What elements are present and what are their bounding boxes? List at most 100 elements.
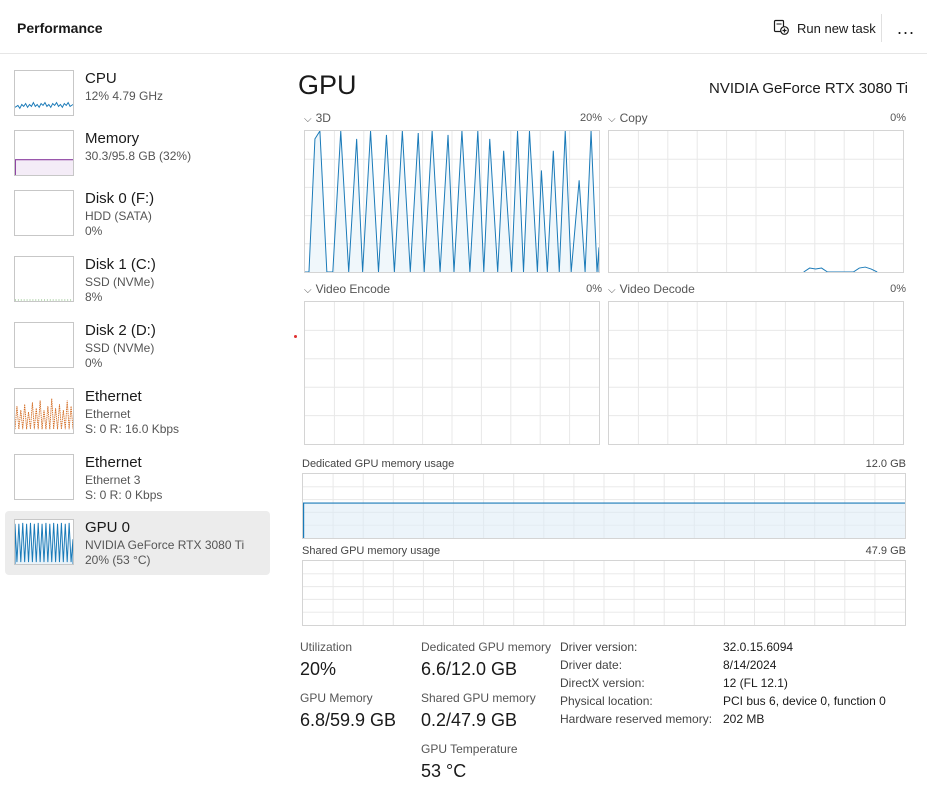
cursor-marker [294,335,297,338]
sidebar-item-gpu-0[interactable]: GPU 0 NVIDIA GeForce RTX 3080 Ti 20% (53… [5,511,270,575]
shared-memory-graph [302,560,906,626]
sidebar-item-detail: 12% 4.79 GHz [85,89,163,104]
sidebar-item-line2: 8% [85,290,103,304]
run-new-task-button[interactable]: Run new task [765,14,884,42]
info-key: Hardware reserved memory: [560,712,713,726]
sidebar-item-disk-2[interactable]: Disk 2 (D:) SSD (NVMe) 0% [5,314,270,378]
graph-copy [608,130,904,273]
sidebar-item-detail: Ethernet 3 S: 0 R: 0 Kbps [85,473,162,503]
header-divider [881,14,882,42]
shared-memory-max: 47.9 GB [865,545,906,557]
top-bar: Performance Run new task ... [0,0,927,54]
sidebar-item-line2: 20% (53 °C) [85,553,151,567]
chevron-down-icon: ⌵ [608,114,616,125]
sidebar-item-line1: 30.3/95.8 GB (32%) [85,149,192,163]
dedicated-gpu-memory-value: 6.6/12.0 GB [421,659,518,679]
shared-gpu-memory-value: 0.2/47.9 GB [421,710,518,730]
sidebar-item-label: Disk 1 (C:) [85,256,156,273]
gpu-model-name: NVIDIA GeForce RTX 3080 Ti [709,80,908,97]
sidebar-item-line1: SSD (NVMe) [85,341,155,355]
page-title: Performance [17,20,103,36]
dedicated-gpu-memory-label: Dedicated GPU memory [421,640,552,654]
sidebar-item-label: Disk 2 (D:) [85,322,156,339]
info-key: Driver version: [560,640,638,654]
sidebar-item-cpu[interactable]: CPU 12% 4.79 GHz [5,62,270,126]
dedicated-memory-graph [302,473,906,539]
sidebar-item-label: GPU 0 [85,519,131,536]
engine-selector-copy[interactable]: ⌵ Copy [608,111,648,125]
sidebar-item-line2: S: 0 R: 0 Kbps [85,488,163,502]
sidebar-item-detail: NVIDIA GeForce RTX 3080 Ti 20% (53 °C) [85,538,244,568]
shared-gpu-memory-label: Shared GPU memory [421,691,536,705]
gpu-temperature-value: 53 °C [421,761,467,781]
info-value: 202 MB [723,712,765,726]
disk-2-thumbnail [14,322,74,368]
engine-label: Video Decode [619,282,695,296]
chevron-down-icon: ⌵ [304,114,312,125]
gpu-memory-label: GPU Memory [300,691,373,705]
sidebar-item-detail: HDD (SATA) 0% [85,209,152,239]
sidebar-item-label: Memory [85,130,140,147]
engine-percent: 0% [890,283,906,295]
disk-0-thumbnail [14,190,74,236]
sidebar-item-label: Disk 0 (F:) [85,190,155,207]
graph-video-decode [608,301,904,445]
memory-thumbnail [14,130,74,176]
disk-1-thumbnail [14,256,74,302]
sidebar-item-line1: HDD (SATA) [85,209,152,223]
info-value: 12 (FL 12.1) [723,676,788,690]
sidebar-item-line1: SSD (NVMe) [85,275,155,289]
sidebar-item-line2: 0% [85,356,103,370]
engine-selector-video-encode[interactable]: ⌵ Video Encode [304,282,390,296]
gpu-memory-value: 6.8/59.9 GB [300,710,397,730]
info-key: DirectX version: [560,676,645,690]
dedicated-memory-max: 12.0 GB [865,458,906,470]
utilization-label: Utilization [300,640,353,654]
gpu-heading: GPU [298,70,357,100]
info-value: 32.0.15.6094 [723,640,794,654]
engine-percent: 20% [579,112,602,124]
engine-label: Copy [619,111,648,125]
engine-selector-video-decode[interactable]: ⌵ Video Decode [608,282,695,296]
sidebar-item-line1: Ethernet [85,407,131,421]
gpu-temperature-label: GPU Temperature [421,742,518,756]
graph-3d [304,130,600,273]
run-task-icon [773,19,789,38]
engine-percent: 0% [586,283,602,295]
utilization-value: 20% [300,659,337,679]
run-new-task-label: Run new task [797,20,876,36]
sidebar-item-ethernet[interactable]: Ethernet Ethernet S: 0 R: 16.0 Kbps [5,380,270,444]
sidebar-item-line1: Ethernet 3 [85,473,141,487]
sidebar-item-detail: 30.3/95.8 GB (32%) [85,149,191,164]
ethernet-3-thumbnail [14,454,74,500]
more-options-button[interactable]: ... [892,14,920,42]
engine-label: 3D [315,111,331,125]
shared-memory-label: Shared GPU memory usage [302,545,441,557]
info-value: PCI bus 6, device 0, function 0 [723,694,886,708]
sidebar-item-line1: NVIDIA GeForce RTX 3080 Ti [85,538,245,552]
info-key: Driver date: [560,658,623,672]
sidebar: CPU 12% 4.79 GHz Memory 30.3/95.8 GB (32… [0,56,278,801]
engine-selector-3d[interactable]: ⌵ 3D [304,111,331,125]
sidebar-item-label: CPU [85,70,117,87]
engine-label: Video Encode [315,282,391,296]
dedicated-memory-label: Dedicated GPU memory usage [302,458,455,470]
sidebar-item-label: Ethernet [85,454,142,471]
info-value: 8/14/2024 [723,658,777,672]
sidebar-item-detail: SSD (NVMe) 8% [85,275,154,305]
chevron-down-icon: ⌵ [304,285,312,296]
gpu-0-thumbnail [14,519,74,565]
engine-percent: 0% [890,112,906,124]
sidebar-item-detail: SSD (NVMe) 0% [85,341,154,371]
sidebar-item-ethernet-3[interactable]: Ethernet Ethernet 3 S: 0 R: 0 Kbps [5,446,270,510]
info-key: Physical location: [560,694,653,708]
sidebar-item-disk-1[interactable]: Disk 1 (C:) SSD (NVMe) 8% [5,248,270,312]
cpu-thumbnail [14,70,74,116]
graph-video-encode [304,301,600,445]
sidebar-item-disk-0[interactable]: Disk 0 (F:) HDD (SATA) 0% [5,182,270,246]
sidebar-item-memory[interactable]: Memory 30.3/95.8 GB (32%) [5,122,270,186]
sidebar-item-line1: 12% 4.79 GHz [85,89,164,103]
chevron-down-icon: ⌵ [608,285,616,296]
sidebar-item-label: Ethernet [85,388,142,405]
sidebar-item-detail: Ethernet S: 0 R: 16.0 Kbps [85,407,179,437]
